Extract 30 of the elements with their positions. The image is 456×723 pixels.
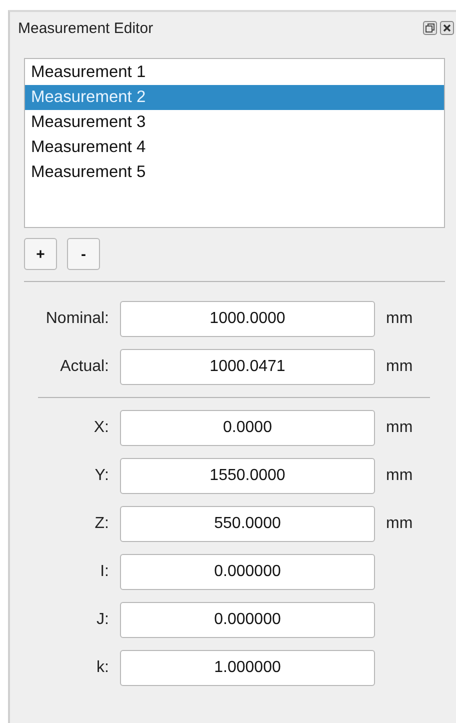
field-label: k: [96,659,110,677]
window-title: Measurement Editor [18,20,154,36]
input-field[interactable]: 550.0000 [120,506,375,542]
list-item[interactable]: Measurement 4 [25,135,444,160]
field-label: Z: [94,515,110,533]
input-field[interactable]: 0.000000 [120,554,375,590]
field-label: J: [96,611,110,629]
unit-label: mm [386,419,413,437]
unit-label: mm [386,310,413,328]
unit-label: mm [386,467,413,485]
list-item[interactable]: Measurement 5 [25,160,444,185]
field-label: Actual: [59,358,110,376]
input-field[interactable]: 1550.0000 [120,458,375,494]
list-item[interactable]: Measurement 1 [25,60,444,85]
float-icon[interactable] [423,21,437,35]
remove-button[interactable]: - [67,238,100,270]
field-label: Y: [94,467,110,485]
list-item[interactable]: Measurement 3 [25,110,444,135]
field-label: X: [92,419,110,437]
field-label: Nominal: [44,310,110,328]
input-field[interactable]: 1000.0000 [120,301,375,337]
input-field[interactable]: 1000.0471 [120,349,375,385]
input-field[interactable]: 0.0000 [120,410,375,446]
unit-label: mm [386,358,413,376]
field-label: I: [99,563,110,581]
input-field[interactable]: 1.000000 [120,650,375,686]
add-button[interactable]: + [24,238,57,270]
close-icon[interactable] [440,21,454,35]
unit-label: mm [386,515,413,533]
input-field[interactable]: 0.000000 [120,602,375,638]
